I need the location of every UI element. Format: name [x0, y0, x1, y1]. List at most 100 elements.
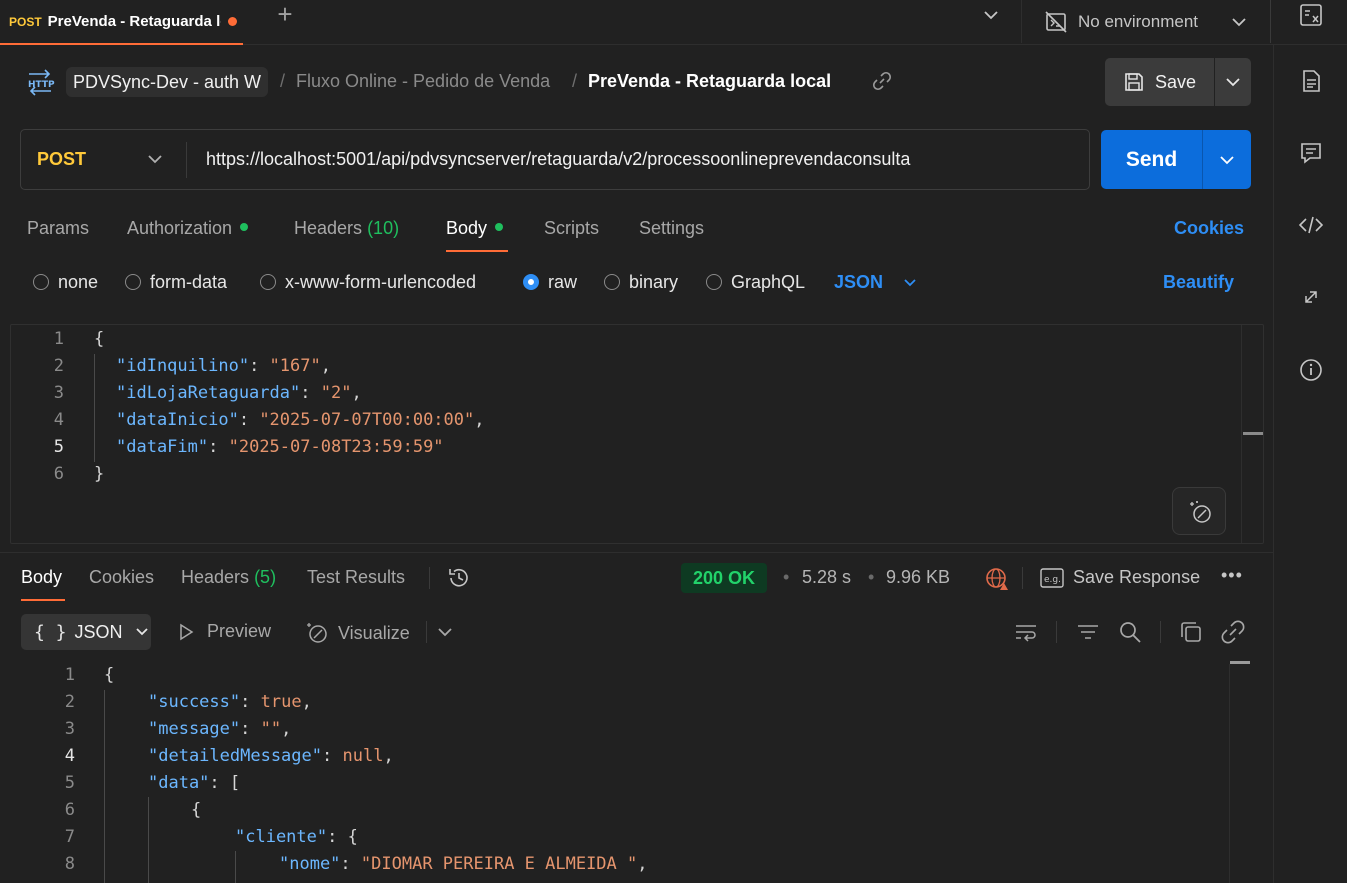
send-options-chevron-down-icon[interactable] [1217, 150, 1237, 170]
tab-params[interactable]: Params [27, 218, 89, 239]
radio-binary-label[interactable]: binary [629, 272, 678, 293]
more-options-icon[interactable]: ••• [1221, 565, 1243, 586]
copy-link-icon[interactable] [872, 71, 892, 91]
radio-graphql-label[interactable]: GraphQL [731, 272, 805, 293]
line-number: 1 [64, 665, 75, 685]
radio-urlencoded[interactable] [260, 274, 276, 290]
save-button[interactable]: Save [1105, 58, 1214, 106]
tab-method: POST [9, 14, 42, 29]
radio-graphql[interactable] [706, 274, 722, 290]
code-snippet-icon[interactable] [1298, 212, 1324, 238]
tab-headers[interactable]: Headers (10) [294, 218, 399, 239]
radio-form-data[interactable] [125, 274, 141, 290]
line-number: 5 [53, 437, 64, 457]
line-number: 3 [53, 383, 64, 403]
info-icon[interactable] [1298, 357, 1324, 383]
line-number: 1 [53, 329, 64, 349]
breadcrumb-workspace[interactable]: PDVSync-Dev - auth W [66, 67, 269, 97]
preview-button[interactable]: Preview [177, 621, 271, 642]
radio-raw[interactable] [523, 274, 539, 290]
active-tab-indicator [446, 250, 508, 252]
tab-list-chevron-down-icon[interactable] [980, 4, 1002, 26]
environment-label: No environment [1078, 11, 1199, 31]
comments-icon[interactable] [1298, 140, 1324, 166]
code-line: "idLojaRetaguarda": "2", [116, 383, 362, 403]
url-input[interactable]: https://localhost:5001/api/pdvsyncserver… [206, 130, 910, 189]
send-button[interactable]: Send [1101, 130, 1202, 189]
method-selector[interactable]: POST [37, 130, 86, 189]
environment-selector[interactable]: No environment [1021, 0, 1271, 43]
tab-body[interactable]: Body [446, 218, 504, 239]
cookies-link[interactable]: Cookies [1174, 218, 1244, 239]
response-format-label: JSON [74, 621, 123, 642]
send-button-group: Send [1101, 130, 1251, 189]
response-size[interactable]: 9.96 KB [886, 567, 950, 588]
resp-tab-cookies[interactable]: Cookies [89, 567, 154, 588]
save-label: Save [1155, 71, 1197, 92]
radio-raw-label[interactable]: raw [548, 272, 577, 293]
network-globe-warning-icon[interactable] [984, 566, 1010, 592]
divider [1202, 130, 1203, 189]
visualize-chevron-down-icon[interactable] [435, 622, 455, 642]
beautify-link[interactable]: Beautify [1163, 272, 1234, 293]
ai-assist-button[interactable] [1172, 487, 1226, 535]
divider [1214, 58, 1215, 106]
resp-tab-test-results[interactable]: Test Results [307, 567, 405, 588]
headers-count: (10) [367, 218, 400, 238]
code-line: "success": true, [148, 692, 312, 712]
history-icon[interactable] [446, 565, 472, 591]
tab-authorization[interactable]: Authorization [127, 218, 249, 239]
tab-body-label: Body [446, 218, 488, 238]
active-dot-icon [495, 223, 504, 231]
svg-text:e.g.: e.g. [1044, 575, 1061, 585]
resp-tab-body[interactable]: Body [21, 567, 62, 588]
viewer-scrollbar[interactable] [1230, 661, 1250, 664]
body-format-chevron-down-icon[interactable] [901, 274, 919, 292]
environment-quick-look-icon[interactable] [1298, 2, 1324, 28]
link-icon[interactable] [1220, 619, 1246, 645]
code-line: "idInquilino": "167", [116, 356, 331, 376]
response-time[interactable]: 5.28 s [802, 567, 851, 588]
radio-binary[interactable] [604, 274, 620, 290]
no-environment-icon [1045, 10, 1067, 33]
save-response-button[interactable]: Save Response [1073, 567, 1200, 588]
radio-none[interactable] [33, 274, 49, 290]
unsaved-dot-icon [227, 17, 237, 26]
save-options-chevron-down-icon[interactable] [1223, 72, 1243, 92]
tab-settings[interactable]: Settings [639, 218, 704, 239]
new-tab-plus-icon[interactable]: + [272, 0, 298, 30]
editor-scrollbar[interactable] [1243, 432, 1263, 435]
visualize-button[interactable]: Visualize [305, 621, 410, 645]
filter-icon[interactable] [1075, 619, 1101, 645]
separator-dot: • [868, 567, 875, 587]
radio-urlencoded-label[interactable]: x-www-form-urlencoded [285, 272, 476, 293]
method-chevron-down-icon[interactable] [145, 149, 165, 169]
tab-scripts[interactable]: Scripts [544, 218, 599, 239]
documentation-icon[interactable] [1298, 68, 1324, 94]
line-number: 4 [64, 746, 75, 766]
save-example-icon[interactable]: e.g. [1040, 567, 1064, 589]
breadcrumb-request-name[interactable]: PreVenda - Retaguarda local [588, 71, 831, 92]
copy-icon[interactable] [1178, 619, 1204, 645]
line-number: 6 [53, 464, 64, 484]
indent-guide [94, 354, 95, 462]
related-collections-icon[interactable] [1298, 284, 1324, 310]
radio-form-data-label[interactable]: form-data [150, 272, 227, 293]
radio-none-label[interactable]: none [58, 272, 98, 293]
code-line: { [104, 665, 115, 685]
response-format-selector[interactable]: { } JSON [21, 614, 151, 650]
status-badge[interactable]: 200 OK [681, 563, 768, 593]
line-number: 2 [53, 356, 64, 376]
breadcrumb-folder[interactable]: Fluxo Online - Pedido de Venda [296, 71, 550, 92]
search-icon[interactable] [1117, 619, 1143, 645]
code-line: "cliente": { [235, 827, 358, 847]
panel-divider[interactable] [0, 552, 1273, 553]
environment-chevron-down-icon [1232, 17, 1246, 26]
request-tab[interactable]: POST PreVenda - Retaguarda local [0, 0, 243, 45]
save-icon [1125, 73, 1143, 91]
line-number: 6 [64, 800, 75, 820]
body-format-selector[interactable]: JSON [834, 272, 883, 293]
resp-tab-headers[interactable]: Headers (5) [181, 567, 276, 588]
indent-guide [148, 797, 149, 883]
wrap-lines-icon[interactable] [1013, 619, 1039, 645]
